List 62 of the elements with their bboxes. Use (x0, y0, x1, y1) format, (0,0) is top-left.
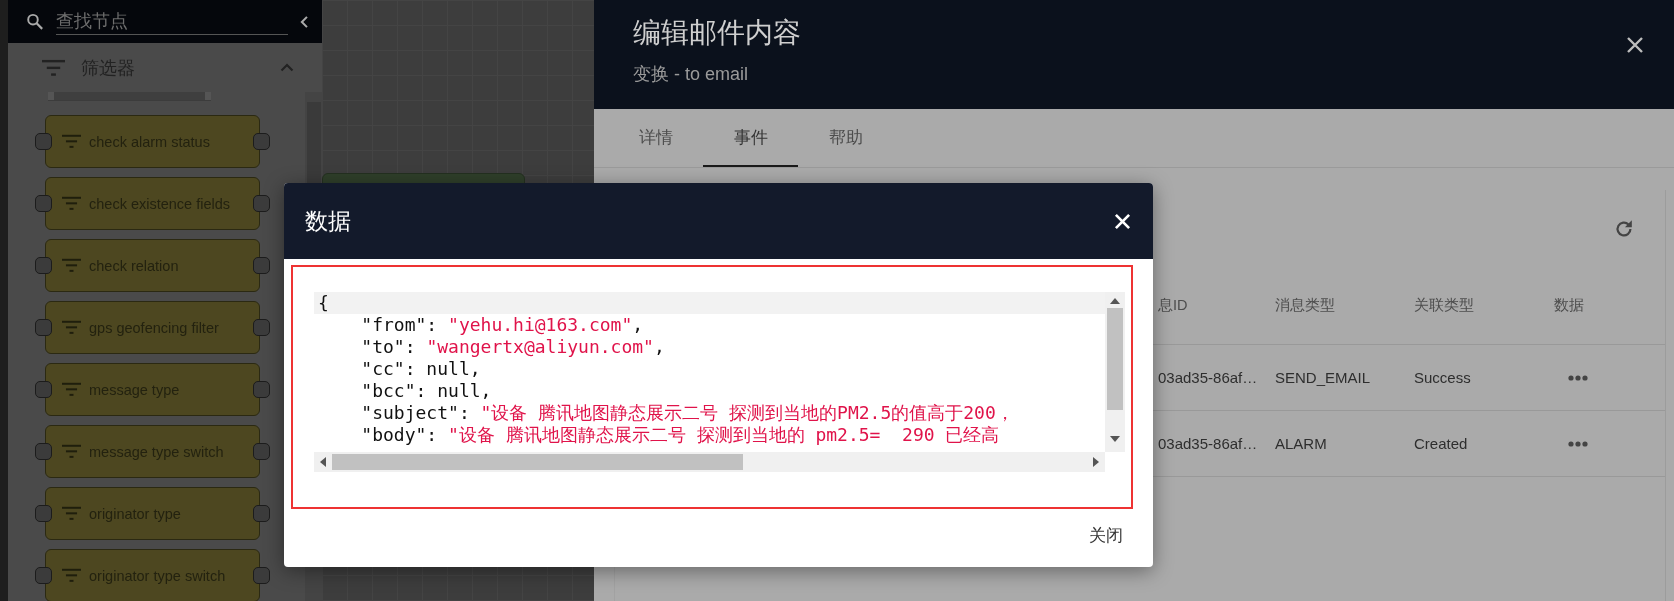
filter-icon (62, 134, 81, 149)
column-header[interactable]: 消息类型 (1275, 267, 1414, 345)
panel-title: 编辑邮件内容 (633, 16, 802, 50)
close-button[interactable] (1626, 36, 1644, 54)
output-port[interactable] (253, 257, 270, 274)
filter-icon (62, 258, 81, 273)
tab[interactable]: 事件 (703, 109, 798, 167)
filter-icon (62, 320, 81, 335)
filter-icon (62, 444, 81, 459)
table-cell: Success (1414, 369, 1471, 386)
filter-icon (42, 58, 65, 77)
table-cell: ALARM (1275, 435, 1327, 452)
input-port[interactable] (35, 567, 52, 584)
chevron-up-icon[interactable] (280, 63, 294, 72)
tab[interactable]: 帮助 (798, 109, 893, 167)
input-port[interactable] (35, 443, 52, 460)
table-cell: SEND_EMAIL (1275, 369, 1371, 386)
input-port[interactable] (35, 133, 52, 150)
search-field[interactable]: 查找节点 (55, 8, 288, 35)
scrollbar[interactable] (314, 452, 1105, 472)
panel-subtitle: 变换 - to email (633, 63, 750, 86)
scrollbar[interactable] (48, 92, 211, 101)
close-dialog-button[interactable]: 关闭 (1081, 517, 1131, 553)
code-line: "body": "设备 腾讯地图静态展示二号 探测到当地的 pm2.5= 290 已经高 (360, 424, 1001, 446)
code-line: "to": "wangertx@aliyun.com", (360, 336, 666, 358)
input-port[interactable] (35, 381, 52, 398)
output-port[interactable] (253, 505, 270, 522)
input-port[interactable] (35, 195, 52, 212)
column-header[interactable]: 息ID (1158, 267, 1275, 345)
scroll-right-arrow-icon[interactable] (1093, 457, 1099, 467)
table-cell: 03ad35-86af… (1158, 369, 1258, 386)
filter-icon (62, 568, 81, 583)
output-port[interactable] (253, 133, 270, 150)
code-line: "subject": "设备 腾讯地图静态展示二号 探测到当地的PM2.5的值高于200， (360, 402, 1015, 424)
code-line: "cc": null, (360, 358, 482, 380)
table-cell: Created (1414, 435, 1468, 452)
output-port[interactable] (253, 381, 270, 398)
more-icon[interactable] (1568, 374, 1588, 381)
search-icon (26, 12, 44, 31)
column-header[interactable]: 关联类型 (1414, 267, 1554, 345)
output-port[interactable] (253, 443, 270, 460)
output-port[interactable] (253, 319, 270, 336)
output-port[interactable] (253, 567, 270, 584)
more-icon[interactable] (1568, 440, 1588, 447)
input-port[interactable] (35, 319, 52, 336)
chevron-left-icon[interactable] (299, 14, 308, 29)
code-line: "bcc": null, (360, 380, 493, 402)
tab[interactable]: 详情 (608, 109, 703, 167)
filter-icon (62, 196, 81, 211)
scroll-up-arrow-icon[interactable] (1110, 298, 1120, 304)
table-cell: 03ad35-86af… (1158, 435, 1258, 452)
output-port[interactable] (253, 195, 270, 212)
code-line: "from": "yehu.hi@163.com", (360, 314, 645, 336)
column-header[interactable]: 数据 (1554, 267, 1665, 345)
input-port[interactable] (35, 505, 52, 522)
scrollbar[interactable] (1105, 292, 1125, 452)
scroll-left-arrow-icon[interactable] (320, 457, 326, 467)
scroll-down-arrow-icon[interactable] (1110, 436, 1120, 442)
dialog-title: 数据 (305, 206, 352, 236)
filter-icon (62, 506, 81, 521)
filter-icon (62, 382, 81, 397)
input-port[interactable] (35, 257, 52, 274)
